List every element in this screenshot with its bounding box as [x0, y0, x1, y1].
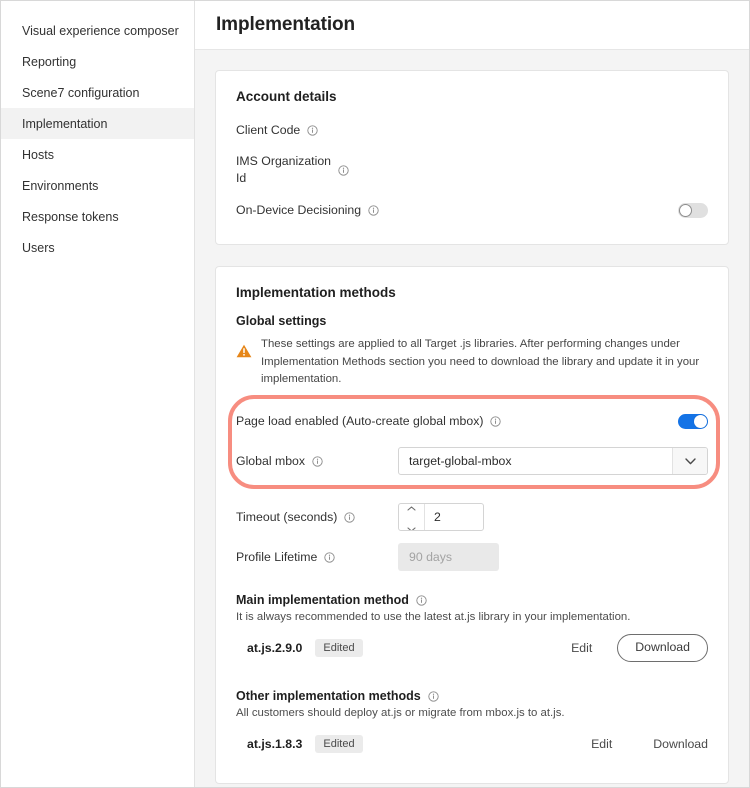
info-icon[interactable]	[428, 690, 439, 702]
global-mbox-label: Global mbox	[236, 453, 398, 470]
account-details-title: Account details	[236, 89, 337, 104]
info-icon[interactable]	[416, 594, 427, 606]
info-icon[interactable]	[312, 455, 323, 467]
on-device-decisioning-label: On-Device Decisioning	[236, 202, 379, 219]
page-load-enabled-row: Page load enabled (Auto-create global mb…	[236, 401, 708, 441]
profile-lifetime-value: 90 days	[398, 543, 499, 572]
chevron-up-icon[interactable]	[407, 504, 416, 516]
sidebar-item-users[interactable]: Users	[1, 232, 194, 263]
library-name: at.js.1.8.3	[247, 737, 303, 752]
timeout-label: Timeout (seconds)	[236, 509, 398, 526]
on-device-decisioning-toggle[interactable]	[678, 202, 708, 218]
ims-organization-id-label: IMS Organization Id	[236, 153, 398, 186]
sidebar-item-label: Hosts	[22, 147, 54, 162]
page-title: Implementation	[216, 14, 356, 35]
info-icon[interactable]	[344, 511, 356, 523]
sidebar-item-implementation[interactable]: Implementation	[1, 108, 194, 139]
global-settings-title: Global settings	[236, 314, 327, 328]
info-icon[interactable]	[490, 415, 502, 427]
client-code-label: Client Code	[236, 122, 398, 139]
main-implementation-method-heading: Main implementation method	[236, 593, 708, 607]
download-link[interactable]: Download	[653, 737, 708, 751]
account-details-card: Account details Client Code IMS Organiza…	[215, 70, 729, 245]
timeout-stepper[interactable]: 2	[398, 503, 484, 532]
profile-lifetime-label: Profile Lifetime	[236, 549, 398, 566]
edit-link[interactable]: Edit	[591, 737, 612, 751]
client-code-row: Client Code	[236, 110, 708, 150]
download-button[interactable]: Download	[617, 634, 708, 662]
app-window: Visual experience composer Reporting Sce…	[0, 0, 750, 788]
page-load-enabled-toggle[interactable]	[678, 413, 708, 429]
ims-organization-id-row: IMS Organization Id	[236, 150, 708, 190]
sidebar-item-label: Visual experience composer	[22, 23, 179, 38]
status-badge: Edited	[315, 638, 363, 658]
toggle-knob	[694, 414, 707, 428]
info-icon[interactable]	[324, 551, 335, 563]
toggle-knob	[679, 203, 692, 217]
sidebar: Visual experience composer Reporting Sce…	[1, 1, 195, 787]
sidebar-item-visual-experience-composer[interactable]: Visual experience composer	[1, 15, 194, 46]
sidebar-item-label: Response tokens	[22, 209, 119, 224]
on-device-decisioning-row: On-Device Decisioning	[236, 190, 708, 230]
warning-icon	[236, 344, 252, 358]
global-settings-warning: These settings are applied to all Target…	[236, 336, 708, 389]
implementation-methods-title: Implementation methods	[236, 285, 396, 300]
other-implementation-methods-heading: Other implementation methods	[236, 689, 708, 703]
global-mbox-selected-value: target-global-mbox	[409, 454, 512, 469]
sidebar-item-label: Implementation	[22, 116, 108, 131]
other-implementation-methods-description: All customers should deploy at.js or mig…	[236, 707, 565, 720]
sidebar-item-label: Reporting	[22, 54, 77, 69]
implementation-methods-card: Implementation methods Global settings T…	[215, 266, 729, 785]
profile-lifetime-row: Profile Lifetime 90 days	[236, 537, 708, 577]
library-name: at.js.2.9.0	[247, 641, 303, 656]
sidebar-item-label: Environments	[22, 178, 99, 193]
edit-link[interactable]: Edit	[571, 641, 592, 655]
page-load-enabled-label: Page load enabled (Auto-create global mb…	[236, 413, 502, 430]
warning-text: These settings are applied to all Target…	[261, 338, 700, 386]
stepper-buttons[interactable]	[399, 504, 425, 531]
highlighted-settings-group: Page load enabled (Auto-create global mb…	[228, 395, 720, 490]
global-mbox-select[interactable]: target-global-mbox	[398, 447, 708, 476]
chevron-down-icon[interactable]	[407, 519, 416, 531]
main-area: Implementation Account details Client Co…	[195, 1, 749, 787]
sidebar-item-label: Users	[22, 240, 55, 255]
sidebar-item-scene7-configuration[interactable]: Scene7 configuration	[1, 77, 194, 108]
global-mbox-row: Global mbox target-global-mbox	[236, 441, 708, 481]
info-icon[interactable]	[338, 164, 349, 176]
sidebar-item-reporting[interactable]: Reporting	[1, 46, 194, 77]
sidebar-item-response-tokens[interactable]: Response tokens	[1, 201, 194, 232]
main-implementation-method-description: It is always recommended to use the late…	[236, 611, 631, 624]
timeout-row: Timeout (seconds) 2	[236, 497, 708, 537]
other-implementation-method-row: at.js.1.8.3 Edited Edit Download	[236, 719, 708, 769]
page-header: Implementation	[195, 1, 749, 50]
status-badge: Edited	[315, 734, 363, 754]
info-icon[interactable]	[368, 204, 379, 216]
chevron-down-icon[interactable]	[672, 448, 707, 475]
main-implementation-method-row: at.js.2.9.0 Edited Edit Download	[236, 623, 708, 673]
sidebar-item-hosts[interactable]: Hosts	[1, 139, 194, 170]
timeout-input[interactable]: 2	[425, 504, 483, 530]
sidebar-item-environments[interactable]: Environments	[1, 170, 194, 201]
sidebar-item-label: Scene7 configuration	[22, 85, 140, 100]
content-scroll-area: Account details Client Code IMS Organiza…	[195, 50, 749, 787]
info-icon[interactable]	[307, 124, 318, 136]
